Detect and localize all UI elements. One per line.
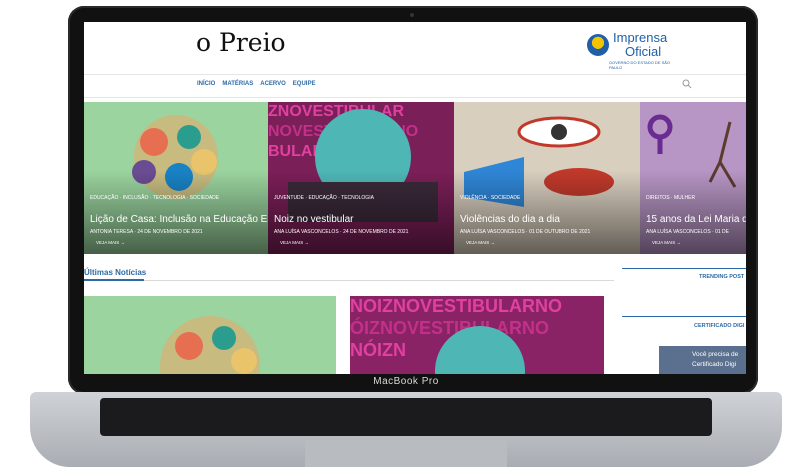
slide-card[interactable]: EDUCAÇÃO · INCLUSÃO · TECNOLOGIA · SOCIE…	[84, 102, 268, 254]
slide-title[interactable]: Noiz no vestibular	[274, 214, 353, 225]
read-more-link[interactable]: VEJA MAIS →	[652, 240, 681, 245]
certificate-heading: CERTIFICADO DIGI	[694, 323, 745, 329]
read-more-link[interactable]: VEJA MAIS →	[466, 240, 495, 245]
site-header: o Preio Imprensa Oficial GOVERNO DO ESTA…	[84, 22, 746, 72]
certificate-banner-line1: Você precisa de	[692, 351, 739, 358]
slide-categories[interactable]: JUVENTUDE · EDUCAÇÃO · TECNOLOGIA	[274, 195, 374, 201]
laptop-mockup: o Preio Imprensa Oficial GOVERNO DO ESTA…	[0, 0, 812, 467]
slide-title[interactable]: Lição de Casa: Inclusão na Educação Espe…	[90, 214, 268, 225]
hands-illustration	[160, 316, 260, 374]
partner-logo[interactable]: Imprensa Oficial GOVERNO DO ESTADO DE SÃ…	[587, 28, 677, 70]
vestibular-illustration: NOIZNOVESTIBULARNO ÓIZNOVESTIBULARNO NÓI…	[350, 296, 562, 374]
slide-categories[interactable]: VIOLÊNCIA · SOCIEDADE	[460, 195, 520, 201]
section-accent	[84, 279, 144, 281]
slide-card[interactable]: DIREITOS · MULHER 15 anos da Lei Maria d…	[640, 102, 746, 254]
partner-logo-line2: Oficial	[625, 44, 662, 59]
device-brand-label: MacBook Pro	[373, 376, 439, 387]
slide-meta: ANA LUÍSA VASCONCELOS · 01 DE	[646, 229, 730, 235]
slide-author: ANA LUÍSA VASCONCELOS	[460, 229, 525, 235]
nav-item-materias[interactable]: MATÉRIAS	[222, 81, 253, 87]
read-more-link[interactable]: VEJA MAIS →	[280, 240, 309, 245]
slide-card[interactable]: ZNOVESTIBULAR NOVESTIBULARNO BULARNOIZNO…	[268, 102, 454, 254]
trending-post-heading: TRENDING POST	[699, 274, 745, 280]
section-divider	[84, 280, 614, 281]
certificate-banner-line2: Certificado Digi	[692, 361, 737, 368]
slide-author: ANTONIA TERESA	[90, 229, 133, 235]
certificate-banner[interactable]: Você precisa de Certificado Digi	[659, 346, 746, 374]
slide-title[interactable]: 15 anos da Lei Maria da	[646, 214, 746, 225]
svg-text:NOIZNOVESTIBULARNO: NOIZNOVESTIBULARNO	[350, 296, 562, 316]
sidebar-divider	[622, 316, 746, 317]
slide-date: 01 DE	[715, 229, 730, 235]
news-card[interactable]	[84, 296, 336, 374]
partner-emblem-icon	[587, 34, 609, 56]
touchpad	[305, 440, 507, 467]
nav-item-equipe[interactable]: EQUIPE	[293, 81, 316, 87]
partner-logo-line3: GOVERNO DO ESTADO DE SÃO PAULO	[609, 60, 671, 70]
slide-categories[interactable]: EDUCAÇÃO · INCLUSÃO · TECNOLOGIA · SOCIE…	[90, 195, 219, 201]
svg-text:ÓIZNOVESTIBULARNO: ÓIZNOVESTIBULARNO	[350, 317, 549, 338]
slide-meta: ANA LUÍSA VASCONCELOS · 24 DE NOVEMBRO D…	[274, 229, 409, 235]
slide-date: 24 DE NOVEMBRO DE 2021	[343, 229, 409, 235]
camera-icon	[410, 13, 414, 17]
search-icon[interactable]	[682, 79, 692, 89]
sidebar-divider	[622, 268, 746, 269]
featured-slider: EDUCAÇÃO · INCLUSÃO · TECNOLOGIA · SOCIE…	[84, 102, 746, 254]
slide-meta: ANA LUÍSA VASCONCELOS · 01 DE OUTUBRO DE…	[460, 229, 591, 235]
slide-author: ANA LUÍSA VASCONCELOS	[646, 229, 711, 235]
site-logo[interactable]: o Preio	[196, 28, 286, 57]
slide-meta: ANTONIA TERESA · 24 DE NOVEMBRO DE 2021	[90, 229, 203, 235]
nav-item-inicio[interactable]: INÍCIO	[197, 81, 215, 87]
slide-author: ANA LUÍSA VASCONCELOS	[274, 229, 339, 235]
keyboard	[100, 398, 712, 436]
main-nav: INÍCIO MATÉRIAS ACERVO EQUIPE	[84, 74, 746, 98]
svg-text:NÓIZN: NÓIZN	[350, 339, 406, 360]
slide-date: 24 DE NOVEMBRO DE 2021	[137, 229, 203, 235]
slide-title[interactable]: Violências do dia a dia	[460, 214, 560, 225]
read-more-link[interactable]: VEJA MAIS →	[96, 240, 125, 245]
slide-date: 01 DE OUTUBRO DE 2021	[529, 229, 591, 235]
partner-logo-line1: Imprensa	[613, 30, 668, 45]
nav-item-acervo[interactable]: ACERVO	[260, 81, 286, 87]
laptop-screen: o Preio Imprensa Oficial GOVERNO DO ESTA…	[84, 22, 746, 374]
news-card[interactable]: NOIZNOVESTIBULARNO ÓIZNOVESTIBULARNO NÓI…	[350, 296, 604, 374]
slide-categories[interactable]: DIREITOS · MULHER	[646, 195, 695, 201]
slide-card[interactable]: VIOLÊNCIA · SOCIEDADE Violências do dia …	[454, 102, 640, 254]
latest-news-heading: Últimas Notícias	[84, 268, 147, 277]
